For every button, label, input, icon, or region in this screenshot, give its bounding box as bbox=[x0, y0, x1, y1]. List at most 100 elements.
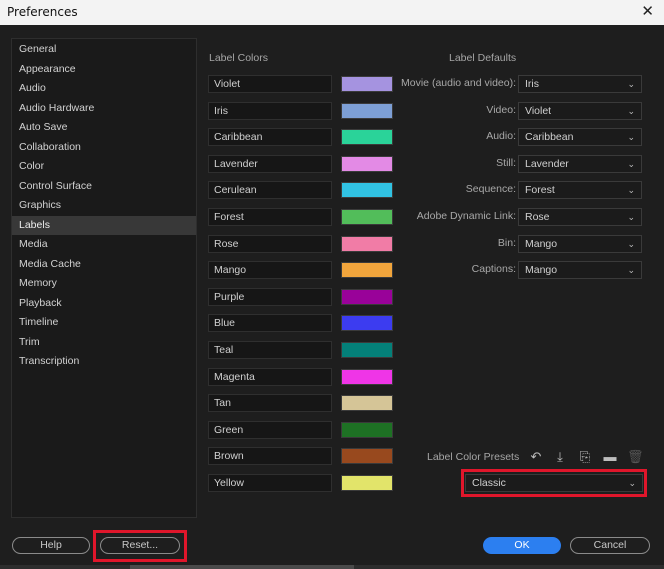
bottom-strip-segment bbox=[130, 565, 354, 569]
label-color-swatch[interactable] bbox=[341, 209, 393, 225]
label-color-row: Lavender bbox=[208, 154, 394, 173]
sidebar-item-control-surface[interactable]: Control Surface bbox=[12, 177, 196, 197]
label-color-swatch[interactable] bbox=[341, 421, 393, 438]
label-color-row: Blue bbox=[208, 314, 394, 333]
label-color-swatch[interactable] bbox=[341, 342, 393, 358]
label-color-row: Caribbean bbox=[208, 128, 394, 147]
label-default-row: Video: Violet ⌄ bbox=[400, 101, 642, 120]
chevron-down-icon: ⌄ bbox=[627, 185, 635, 196]
label-color-swatch[interactable] bbox=[341, 102, 393, 119]
sidebar-item-timeline[interactable]: Timeline bbox=[12, 313, 196, 333]
label-default-select[interactable]: Rose ⌄ bbox=[518, 208, 642, 226]
title-bar: Preferences ✕ bbox=[0, 0, 664, 25]
label-color-row: Forest bbox=[208, 208, 394, 226]
label-color-row: Purple bbox=[208, 287, 394, 306]
label-default-label: Sequence: bbox=[465, 183, 516, 196]
sidebar-item-graphics[interactable]: Graphics bbox=[12, 196, 196, 216]
label-default-select[interactable]: Lavender ⌄ bbox=[518, 154, 642, 173]
label-name-field[interactable]: Green bbox=[208, 420, 332, 439]
label-default-label: Audio: bbox=[486, 130, 516, 143]
label-color-swatch[interactable] bbox=[341, 155, 393, 172]
label-default-select[interactable]: Mango ⌄ bbox=[518, 261, 642, 280]
cancel-button[interactable]: Cancel bbox=[570, 537, 650, 554]
label-color-swatch[interactable] bbox=[341, 129, 393, 146]
import-icon[interactable]: ⤓ bbox=[552, 449, 568, 465]
sidebar-item-audio[interactable]: Audio bbox=[12, 79, 196, 99]
label-color-swatch[interactable] bbox=[341, 262, 393, 279]
sidebar-item-auto-save[interactable]: Auto Save bbox=[12, 118, 196, 138]
label-name-field[interactable]: Iris bbox=[208, 101, 332, 120]
sidebar-item-media[interactable]: Media bbox=[12, 235, 196, 255]
label-name-field[interactable]: Magenta bbox=[208, 367, 332, 386]
label-color-swatch[interactable] bbox=[341, 76, 393, 92]
label-name-field[interactable]: Forest bbox=[208, 208, 332, 226]
label-default-select[interactable]: Mango ⌄ bbox=[518, 234, 642, 253]
highlight-box-presets bbox=[461, 469, 647, 497]
close-icon[interactable]: ✕ bbox=[641, 2, 654, 20]
label-default-value: Violet bbox=[525, 104, 552, 117]
ok-button[interactable]: OK bbox=[483, 537, 561, 554]
folder-icon[interactable]: ▬ bbox=[602, 449, 618, 465]
label-name-field[interactable]: Brown bbox=[208, 447, 332, 466]
sidebar-item-memory[interactable]: Memory bbox=[12, 274, 196, 294]
label-color-swatch[interactable] bbox=[341, 182, 393, 199]
label-color-swatch[interactable] bbox=[341, 235, 393, 252]
label-name-field[interactable]: Teal bbox=[208, 341, 332, 359]
help-button[interactable]: Help bbox=[12, 537, 90, 554]
label-color-swatch[interactable] bbox=[341, 395, 393, 412]
chevron-down-icon: ⌄ bbox=[627, 132, 635, 143]
label-default-row: Sequence: Forest ⌄ bbox=[400, 181, 642, 200]
chevron-down-icon: ⌄ bbox=[627, 158, 635, 169]
sidebar-item-appearance[interactable]: Appearance bbox=[12, 60, 196, 80]
label-name-field[interactable]: Mango bbox=[208, 261, 332, 280]
label-color-row: Cerulean bbox=[208, 181, 394, 200]
undo-icon[interactable]: ↶ bbox=[528, 449, 544, 465]
label-default-row: Captions: Mango ⌄ bbox=[400, 261, 642, 280]
sidebar-item-labels[interactable]: Labels bbox=[12, 215, 196, 235]
label-default-label: Bin: bbox=[497, 236, 516, 249]
label-name-field[interactable]: Yellow bbox=[208, 474, 332, 492]
sidebar-item-playback[interactable]: Playback bbox=[12, 294, 196, 314]
label-default-label: Movie (audio and video): bbox=[401, 77, 516, 89]
sidebar-item-color[interactable]: Color bbox=[12, 157, 196, 177]
label-name-field[interactable]: Rose bbox=[208, 234, 332, 253]
save-preset-icon[interactable]: ⎘ bbox=[577, 449, 593, 465]
label-color-swatch[interactable] bbox=[341, 368, 393, 385]
label-color-row: Violet bbox=[208, 75, 394, 93]
sidebar-item-media-cache[interactable]: Media Cache bbox=[12, 255, 196, 275]
label-name-field[interactable]: Purple bbox=[208, 287, 332, 306]
label-default-select[interactable]: Violet ⌄ bbox=[518, 101, 642, 120]
label-color-swatch[interactable] bbox=[341, 475, 393, 491]
label-default-value: Mango bbox=[525, 237, 558, 250]
label-default-row: Movie (audio and video): Iris ⌄ bbox=[400, 75, 642, 93]
chevron-down-icon: ⌄ bbox=[627, 265, 635, 276]
label-color-row: Green bbox=[208, 420, 394, 439]
label-color-swatch[interactable] bbox=[341, 448, 393, 465]
chevron-down-icon: ⌄ bbox=[627, 79, 635, 89]
presets-label: Label Color Presets bbox=[427, 451, 520, 463]
label-default-select[interactable]: Caribbean ⌄ bbox=[518, 128, 642, 147]
label-color-swatch[interactable] bbox=[341, 288, 393, 305]
label-default-select[interactable]: Forest ⌄ bbox=[518, 181, 642, 200]
label-name-field[interactable]: Cerulean bbox=[208, 181, 332, 200]
label-default-value: Mango bbox=[525, 264, 558, 277]
sidebar-item-general[interactable]: General bbox=[12, 40, 196, 60]
label-color-row: Magenta bbox=[208, 367, 394, 386]
sidebar-item-transcription[interactable]: Transcription bbox=[12, 352, 196, 372]
label-default-select[interactable]: Iris ⌄ bbox=[518, 75, 642, 93]
sidebar-item-audio-hardware[interactable]: Audio Hardware bbox=[12, 99, 196, 119]
sidebar-item-trim[interactable]: Trim bbox=[12, 333, 196, 353]
highlight-box-reset bbox=[93, 530, 187, 562]
label-color-row: Brown bbox=[208, 447, 394, 466]
label-defaults-title: Label Defaults bbox=[449, 52, 517, 64]
label-name-field[interactable]: Violet bbox=[208, 75, 332, 93]
label-name-field[interactable]: Caribbean bbox=[208, 128, 332, 147]
label-color-swatch[interactable] bbox=[341, 315, 393, 332]
sidebar-item-collaboration[interactable]: Collaboration bbox=[12, 138, 196, 158]
label-name-field[interactable]: Tan bbox=[208, 394, 332, 413]
label-name-field[interactable]: Blue bbox=[208, 314, 332, 333]
label-default-value: Rose bbox=[525, 211, 550, 223]
label-name-field[interactable]: Lavender bbox=[208, 154, 332, 173]
trash-icon: 🗑 bbox=[627, 449, 644, 464]
label-default-label: Adobe Dynamic Link: bbox=[416, 210, 516, 222]
